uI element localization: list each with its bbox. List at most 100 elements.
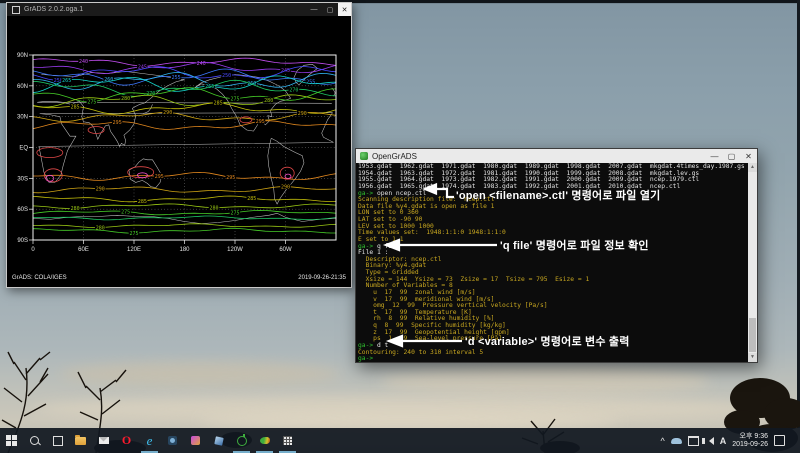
- svg-text:280: 280: [209, 205, 218, 211]
- grads-parrot-icon: [259, 437, 270, 444]
- grads-window-titlebar[interactable]: GrADS 2.0.2.oga.1 — ▢ ✕: [7, 3, 351, 16]
- svg-text:290: 290: [163, 110, 172, 116]
- svg-text:60W: 60W: [279, 247, 292, 253]
- svg-text:255: 255: [172, 75, 181, 81]
- taskbar-search-button[interactable]: [23, 428, 46, 453]
- network-icon[interactable]: [687, 435, 699, 446]
- svg-text:30S: 30S: [17, 176, 28, 182]
- svg-text:275: 275: [230, 211, 239, 217]
- svg-text:290: 290: [96, 187, 105, 193]
- svg-text:250: 250: [222, 73, 231, 79]
- grads-window-icon: [12, 5, 20, 14]
- annotation-display-command: 'd <variable>' 명령어로 변수 출력: [465, 336, 630, 348]
- file-explorer-button[interactable]: [69, 428, 92, 453]
- terminal-titlebar[interactable]: OpenGrADS — ▢ ✕: [356, 149, 757, 163]
- glass-app-button[interactable]: [207, 428, 230, 453]
- terminal-line: Time values set: 1948:1:1:0 1948:1:1:0: [358, 229, 506, 237]
- opera-button[interactable]: O: [115, 428, 138, 453]
- svg-text:60N: 60N: [17, 84, 28, 90]
- start-button[interactable]: [0, 428, 23, 453]
- annotation-open-command: 'open <filename>.ctl' 명령어로 파일 열기: [456, 190, 661, 202]
- svg-text:280: 280: [264, 98, 273, 104]
- scrollbar-thumb[interactable]: [749, 318, 756, 352]
- svg-text:295: 295: [113, 120, 122, 126]
- maximize-button[interactable]: ▢: [723, 149, 740, 163]
- task-view-button[interactable]: [46, 428, 69, 453]
- svg-text:EQ: EQ: [19, 146, 28, 152]
- task-view-icon: [52, 435, 63, 446]
- svg-text:285: 285: [138, 199, 147, 205]
- annotation-qfile-command: 'q file' 명령어로 파일 정보 확인: [500, 240, 649, 252]
- photos-button[interactable]: [161, 428, 184, 453]
- system-tray: ^ A 오후 9:36 2019-09-26: [660, 428, 800, 453]
- svg-text:2019-09-26-21:35: 2019-09-26-21:35: [298, 275, 346, 281]
- scroll-down-arrow-icon[interactable]: ▼: [748, 353, 757, 362]
- svg-text:180: 180: [179, 247, 190, 253]
- opengrads-icon: [360, 152, 368, 160]
- svg-text:275: 275: [121, 209, 130, 215]
- ime-indicator[interactable]: A: [720, 436, 727, 446]
- svg-text:265: 265: [62, 78, 71, 84]
- taskbar: O e ^ A 오후 9:36 2019-09-26: [0, 428, 800, 453]
- internet-explorer-icon: e: [146, 432, 153, 448]
- clock-time: 오후 9:36: [739, 432, 768, 440]
- grads-map-window: GrADS 2.0.2.oga.1 — ▢ ✕ 240 240 245 245 250 2…: [6, 2, 352, 288]
- terminal-line: ga->: [358, 355, 374, 362]
- volume-icon[interactable]: [701, 436, 714, 445]
- svg-text:90N: 90N: [17, 53, 28, 59]
- svg-text:240: 240: [79, 59, 88, 65]
- svg-text:245: 245: [281, 68, 290, 74]
- tray-overflow-chevron[interactable]: ^: [660, 436, 664, 446]
- grads-taskbar-button[interactable]: [253, 428, 276, 453]
- opengrads-terminal-window: OpenGrADS — ▢ ✕ 1953.gdat 1962.gdat 1971…: [355, 148, 758, 363]
- svg-text:90S: 90S: [17, 238, 28, 244]
- terminal-title: OpenGrADS: [372, 151, 417, 161]
- svg-text:275: 275: [87, 100, 96, 106]
- svg-text:295: 295: [256, 119, 265, 125]
- opengrads-icon: [236, 433, 247, 446]
- game-app-button[interactable]: [184, 428, 207, 453]
- windows-logo-icon: [6, 435, 17, 446]
- glass-app-icon: [213, 435, 224, 446]
- folder-icon: [75, 434, 86, 445]
- grads-display-window-button[interactable]: [276, 428, 299, 453]
- svg-text:270: 270: [289, 87, 298, 93]
- svg-text:240: 240: [197, 61, 206, 67]
- svg-text:GrADS: COLA/IGES: GrADS: COLA/IGES: [12, 275, 67, 281]
- terminal-scrollbar[interactable]: ▲ ▼: [748, 163, 757, 362]
- x11-window-icon: [283, 436, 292, 445]
- game-app-icon: [191, 436, 200, 445]
- svg-text:255: 255: [306, 80, 315, 86]
- grads-window-title: GrADS 2.0.2.oga.1: [24, 6, 84, 13]
- opengrads-taskbar-button[interactable]: [230, 428, 253, 453]
- minimize-button[interactable]: —: [306, 3, 322, 16]
- mail-button[interactable]: [92, 428, 115, 453]
- svg-text:30N: 30N: [17, 115, 28, 121]
- close-button[interactable]: ✕: [740, 149, 757, 163]
- svg-text:295: 295: [155, 174, 164, 180]
- svg-text:120E: 120E: [127, 247, 141, 253]
- search-icon: [30, 436, 41, 446]
- map-plot: 240 2402452452502502552552602602652652702…: [12, 53, 347, 281]
- internet-explorer-button[interactable]: e: [138, 428, 161, 453]
- close-button[interactable]: ✕: [338, 3, 351, 16]
- svg-text:275: 275: [230, 96, 239, 102]
- svg-text:120W: 120W: [227, 247, 243, 253]
- svg-text:285: 285: [214, 101, 223, 107]
- action-center-button[interactable]: [774, 435, 785, 446]
- svg-text:60S: 60S: [17, 207, 28, 213]
- svg-text:0: 0: [31, 247, 35, 253]
- taskbar-clock[interactable]: 오후 9:36 2019-09-26: [732, 433, 768, 449]
- svg-text:295: 295: [226, 175, 235, 181]
- svg-text:285: 285: [71, 104, 80, 110]
- svg-text:285: 285: [247, 196, 256, 202]
- onedrive-cloud-icon[interactable]: [670, 437, 682, 444]
- maximize-button[interactable]: ▢: [322, 3, 338, 16]
- photos-icon: [168, 436, 177, 445]
- minimize-button[interactable]: —: [706, 149, 723, 163]
- mail-icon: [98, 437, 109, 444]
- svg-text:280: 280: [121, 96, 130, 102]
- scroll-up-arrow-icon[interactable]: ▲: [748, 163, 757, 172]
- svg-text:280: 280: [71, 206, 80, 212]
- opera-icon: O: [121, 433, 132, 447]
